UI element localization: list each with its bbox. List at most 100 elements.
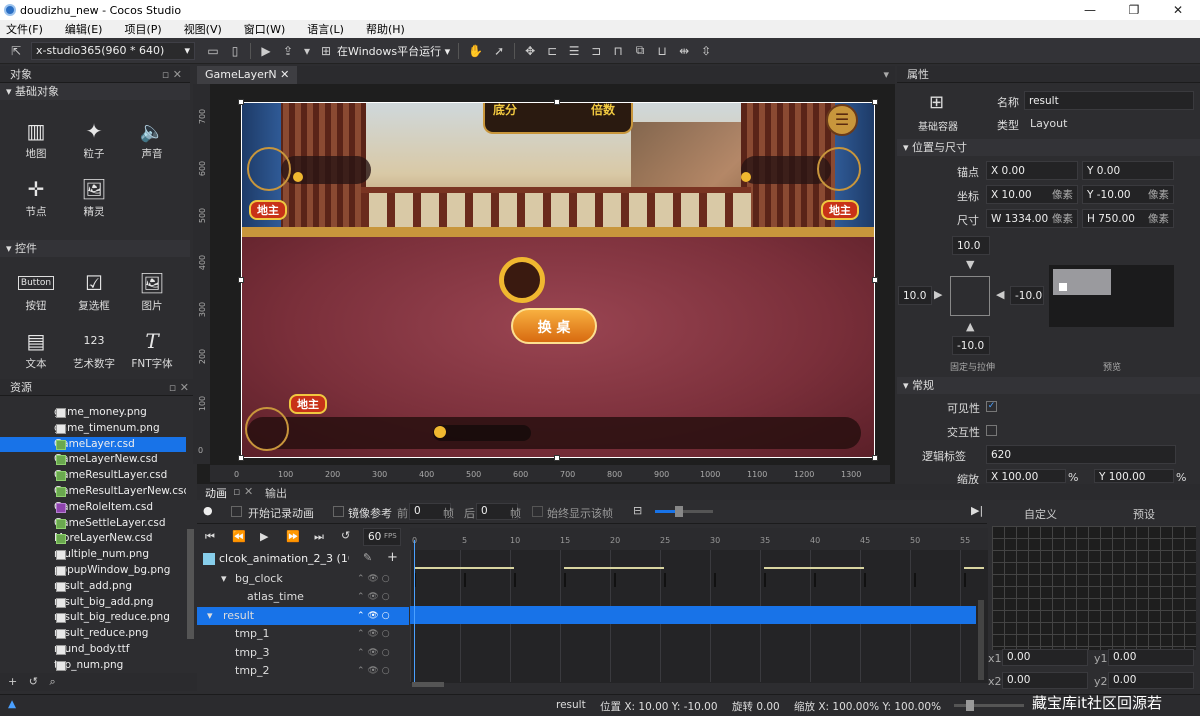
anchor-y-input[interactable]: Y 0.00 (1082, 161, 1174, 180)
skip-start-icon[interactable]: ⏮ (205, 530, 215, 544)
margin-right-input[interactable]: -10.0 (1010, 286, 1044, 305)
control-art-number[interactable]: 123 艺术数字 (65, 328, 123, 371)
tab-gamelayer[interactable]: GameLayerN ✕ (197, 66, 298, 84)
menu-window[interactable]: 窗口(W) (244, 21, 285, 37)
resource-item[interactable]: GameSettleLayer.csd (0, 516, 186, 532)
menu-language[interactable]: 语言(L) (307, 21, 344, 37)
refresh-icon[interactable]: ↺ (29, 675, 38, 688)
play-icon[interactable]: ▶ (260, 530, 268, 543)
resource-item[interactable]: result_big_add.png (0, 595, 186, 611)
zoom-fit-icon[interactable]: ⊟ (633, 504, 642, 517)
resource-item[interactable]: popupWindow_bg.png (0, 563, 186, 579)
size-w-input[interactable]: W 1334.00 像素 (986, 209, 1078, 228)
resize-handle[interactable] (554, 99, 560, 105)
mirror-checkbox[interactable] (333, 506, 344, 517)
animation-dropdown[interactable]: clcok_animation_2_3 (10 ▾ (219, 552, 349, 565)
timeline-node-row[interactable]: ▾ bg_clock ⌃ 👁 ○ (197, 570, 409, 588)
menu-file[interactable]: 文件(F) (6, 21, 43, 37)
pin-top-icon[interactable]: ▼ (966, 258, 974, 271)
position-y-input[interactable]: Y -10.00 像素 (1082, 185, 1174, 204)
resource-item[interactable]: GameLayerNew.csd (0, 452, 186, 468)
tab-menu-icon[interactable]: ▾ (883, 68, 889, 81)
hand-tool-icon[interactable]: ✋ (468, 44, 483, 58)
resource-item[interactable]: GameResultLayerNew.csd (0, 484, 186, 500)
control-text[interactable]: ▤ 文本 (7, 328, 65, 371)
resize-handle[interactable] (872, 99, 878, 105)
size-w-unit[interactable]: 像素 (1052, 210, 1073, 229)
align-center-icon[interactable]: ☰ (568, 44, 580, 58)
zoom-slider[interactable] (655, 506, 713, 517)
select-tool-icon[interactable]: ➚ (493, 44, 505, 58)
menu-view[interactable]: 视图(V) (184, 21, 222, 37)
search-icon[interactable]: ⌕ (49, 675, 55, 688)
curve-x2-input[interactable]: 0.00 (1002, 672, 1088, 689)
curve-x1-input[interactable]: 0.00 (1002, 649, 1088, 666)
fast-forward-icon[interactable]: ⏩ (286, 530, 300, 543)
resource-item[interactable]: result_reduce.png (0, 626, 186, 642)
object-map[interactable]: ▥ 地图 (7, 118, 65, 161)
resize-handle[interactable] (872, 277, 878, 283)
resize-handle[interactable] (238, 455, 244, 461)
general-header[interactable]: ▾ 常规 (897, 377, 1200, 394)
resize-handle[interactable] (554, 455, 560, 461)
distribute-v-icon[interactable]: ⇳ (700, 44, 712, 58)
add-icon[interactable]: + (8, 675, 17, 688)
publish-icon[interactable]: ⇱ (10, 44, 22, 58)
object-particle[interactable]: ✦ 粒子 (65, 118, 123, 161)
control-image[interactable]: 🖼 图片 (123, 270, 181, 313)
play-icon[interactable]: ▶ (260, 44, 272, 58)
expand-arrow-icon[interactable]: ▾ (221, 570, 227, 588)
expand-arrow-icon[interactable]: ▾ (207, 607, 213, 625)
position-y-unit[interactable]: 像素 (1148, 186, 1169, 205)
resource-item[interactable]: MoreLayerNew.csd (0, 531, 186, 547)
resize-handle[interactable] (238, 277, 244, 283)
timeline-node-row[interactable]: tmp_2 ⌃ 👁 ○ (197, 662, 409, 680)
timeline-h-scrollbar[interactable] (412, 682, 444, 687)
menu-edit[interactable]: 编辑(E) (65, 21, 103, 37)
object-sprite[interactable]: 🖼 精灵 (65, 176, 123, 219)
controls-header[interactable]: ▾ 控件 (0, 240, 190, 257)
anchor-widget[interactable] (950, 276, 990, 316)
name-input[interactable]: result (1024, 91, 1194, 110)
align-top-icon[interactable]: ⊓ (612, 44, 624, 58)
close-tab-icon[interactable]: ✕ (280, 68, 289, 81)
resource-item[interactable]: game_timenum.png (0, 421, 186, 437)
align-middle-icon[interactable]: ⧉ (634, 43, 646, 58)
timeline-node-row[interactable]: tmp_1 ⌃ 👁 ○ (197, 625, 409, 643)
visible-checkbox[interactable]: ✓ (986, 401, 997, 412)
control-fnt-font[interactable]: T FNT字体 (123, 328, 181, 371)
timeline-node-row[interactable]: ▾ result ⌃ 👁 ○ (197, 606, 409, 625)
loop-icon[interactable]: ↺ (341, 529, 350, 542)
tab-preset-easing[interactable]: 预设 (1133, 506, 1155, 522)
position-size-header[interactable]: ▾ 位置与尺寸 (897, 139, 1200, 156)
curve-y1-input[interactable]: 0.00 (1108, 649, 1194, 666)
resource-item[interactable]: multiple_num.png (0, 547, 186, 563)
timeline-node-row[interactable]: atlas_time ⌃ 👁 ○ (197, 588, 409, 606)
object-sound[interactable]: 🔈 声音 (123, 118, 181, 161)
curve-y2-input[interactable]: 0.00 (1108, 672, 1194, 689)
zoom-slider-thumb[interactable] (675, 506, 683, 517)
control-button[interactable]: Button 按钮 (7, 270, 65, 313)
record-icon[interactable]: ● (203, 504, 213, 517)
align-right-icon[interactable]: ⊐ (590, 44, 602, 58)
margin-bottom-input[interactable]: -10.0 (952, 336, 990, 355)
resource-item[interactable]: result_add.png (0, 579, 186, 595)
anchor-x-input[interactable]: X 0.00 (986, 161, 1078, 180)
keyframe-segment[interactable] (564, 567, 664, 569)
node-visibility-icons[interactable]: ⌃ 👁 ○ (357, 625, 390, 643)
resource-item[interactable]: GameRoleItem.csd (0, 500, 186, 516)
chevron-down-icon[interactable]: ▾ (301, 44, 313, 58)
record-checkbox[interactable] (231, 506, 242, 517)
edit-icon[interactable]: ✎ (363, 551, 372, 564)
panel-controls-icon[interactable]: ▫ ✕ (233, 485, 253, 498)
scale-y-input[interactable]: Y 100.00 (1094, 469, 1174, 483)
warning-icon[interactable]: ▲ (8, 698, 16, 710)
tab-output[interactable]: 输出 (265, 485, 287, 501)
pin-bottom-icon[interactable]: ▲ (966, 320, 974, 333)
menu-help[interactable]: 帮助(H) (366, 21, 405, 37)
resource-item[interactable]: round_body.ttf (0, 642, 186, 658)
size-h-unit[interactable]: 像素 (1148, 210, 1169, 229)
position-x-input[interactable]: X 10.00 像素 (986, 185, 1078, 204)
keyframe-segment[interactable] (414, 567, 514, 569)
interactive-checkbox[interactable] (986, 425, 997, 436)
